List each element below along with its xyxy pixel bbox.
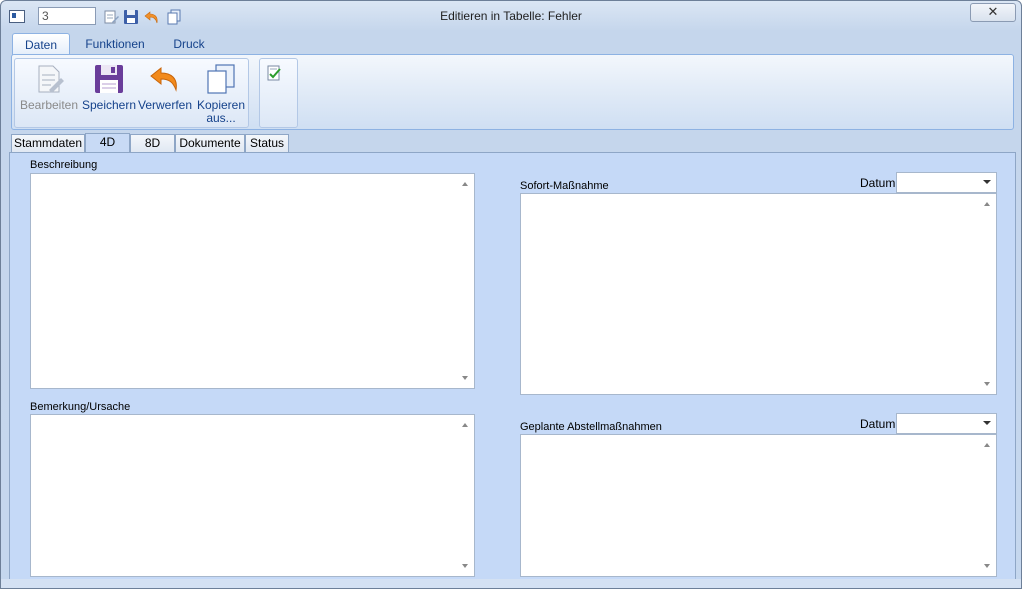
close-button[interactable]: ✕ (970, 3, 1016, 22)
tab-status[interactable]: Status (245, 134, 289, 153)
tab-daten[interactable]: Daten (12, 33, 70, 56)
immediate-action-date-picker[interactable] (896, 172, 997, 193)
tab-4d[interactable]: 4D (85, 133, 130, 153)
editor-window: 3 Editieren in Tabelle: Fehler ✕ Daten F… (0, 0, 1022, 589)
immediate-action-scrollbar[interactable] (979, 194, 996, 394)
remark-cause-label: Bemerkung/Ursache (30, 401, 131, 413)
chevron-down-icon[interactable] (983, 180, 991, 184)
planned-actions-date-picker[interactable] (896, 413, 997, 434)
edit-document-icon (38, 65, 64, 93)
copy-documents-icon (207, 64, 235, 94)
save-button-label: Speichern (81, 98, 137, 112)
copy-button-label-2: aus... (206, 111, 236, 125)
tab-content-4d: Beschreibung Bemerkung/Ursache Sofort-Ma… (9, 152, 1016, 581)
description-scrollbar[interactable] (457, 174, 474, 388)
checklist-icon[interactable] (266, 65, 282, 81)
ribbon-tab-bar: Daten Funktionen Druck (1, 31, 1021, 56)
immediate-action-textarea[interactable] (520, 193, 997, 395)
description-label: Beschreibung (30, 159, 98, 171)
copy-from-button[interactable]: Kopieren aus... (193, 63, 249, 125)
planned-actions-date-label: Datum (860, 417, 896, 431)
undo-arrow-icon (150, 66, 177, 92)
tab-8d[interactable]: 8D (130, 134, 175, 153)
remark-cause-scrollbar[interactable] (457, 415, 474, 576)
remark-cause-textarea[interactable] (30, 414, 475, 577)
floppy-disk-icon (95, 65, 123, 93)
window-bottom-border (1, 579, 1021, 588)
chevron-down-icon[interactable] (983, 421, 991, 425)
planned-actions-label: Geplante Abstellmaßnahmen (520, 421, 662, 433)
planned-actions-scrollbar[interactable] (979, 435, 996, 576)
save-button[interactable]: Speichern (81, 63, 137, 112)
window-title: Editieren in Tabelle: Fehler (440, 9, 582, 23)
edit-button-label: Bearbeiten (19, 98, 79, 112)
tab-dokumente[interactable]: Dokumente (175, 134, 245, 153)
immediate-action-date-label: Datum (860, 176, 896, 190)
ribbon-group-record: Bearbeiten Speichern Verwerfen Kopieren … (14, 58, 249, 128)
ribbon-group-check (259, 58, 298, 128)
ribbon-panel: Bearbeiten Speichern Verwerfen Kopieren … (11, 54, 1014, 130)
tab-druck[interactable]: Druck (163, 33, 215, 55)
title-bar: 3 Editieren in Tabelle: Fehler ✕ (1, 1, 1021, 31)
tab-funktionen[interactable]: Funktionen (75, 33, 155, 55)
discard-button[interactable]: Verwerfen (137, 63, 193, 112)
description-textarea[interactable] (30, 173, 475, 389)
edit-button[interactable]: Bearbeiten (19, 63, 79, 112)
planned-actions-textarea[interactable] (520, 434, 997, 577)
copy-button-label-1: Kopieren (196, 98, 246, 112)
discard-button-label: Verwerfen (137, 98, 193, 112)
immediate-action-label: Sofort-Maßnahme (520, 180, 609, 192)
tab-stammdaten[interactable]: Stammdaten (11, 134, 85, 153)
